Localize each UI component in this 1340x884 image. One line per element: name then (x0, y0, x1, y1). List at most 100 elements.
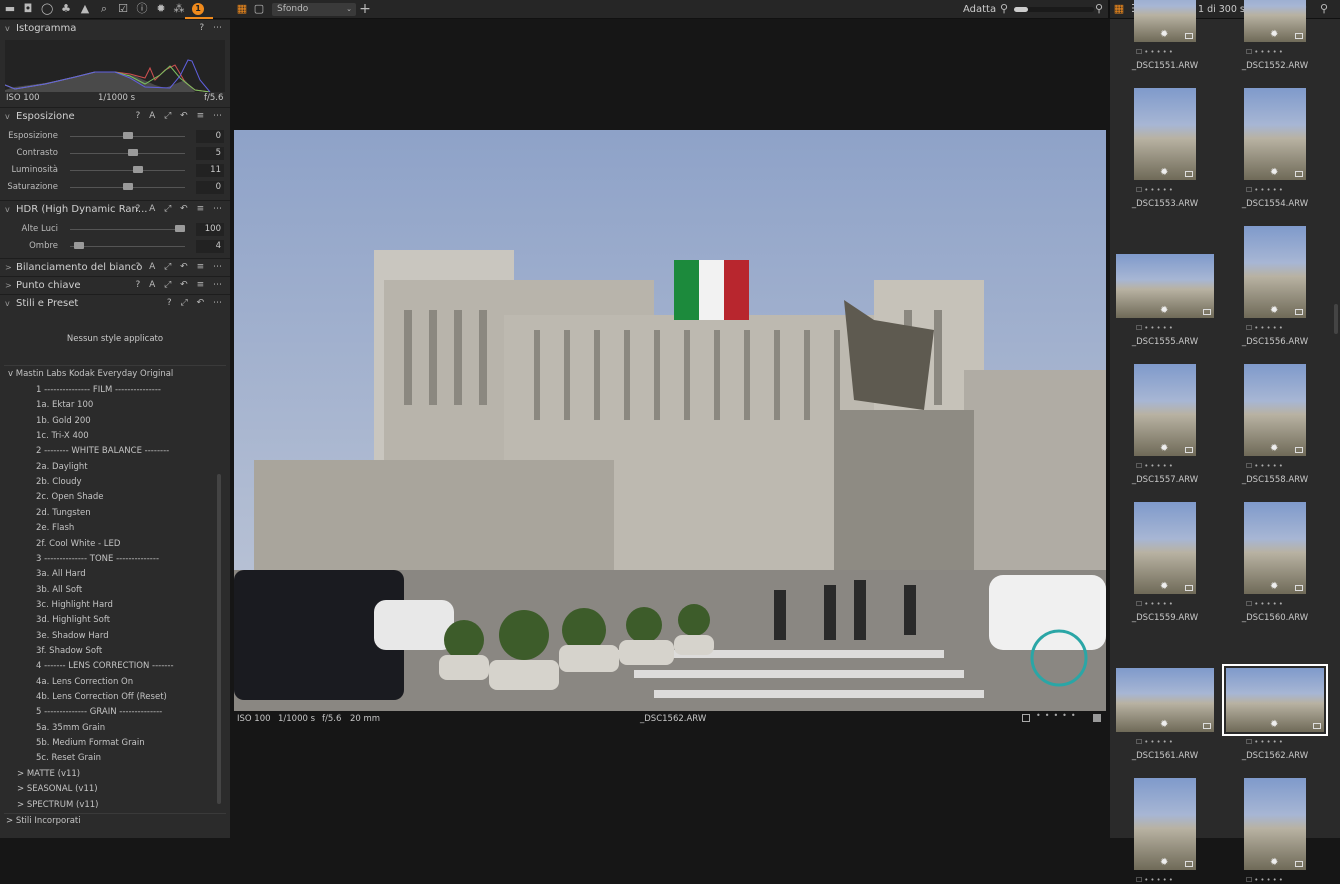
thumbnail-rating[interactable]: ☐••••• (1246, 738, 1285, 746)
style-item[interactable]: 2e. Flash (36, 523, 74, 533)
zoom-slider-knob[interactable] (1014, 7, 1028, 12)
lens-icon[interactable]: ◯ (41, 3, 53, 15)
camera-icon[interactable]: ◘ (22, 3, 34, 15)
style-item[interactable]: 3c. Highlight Hard (36, 600, 113, 610)
thumbnail-image[interactable]: ✹ (1116, 668, 1214, 732)
styles-scrollbar[interactable] (217, 474, 221, 804)
style-item[interactable]: 5c. Reset Grain (36, 753, 101, 763)
slider-value-input[interactable]: 0 (196, 130, 224, 143)
slider-track[interactable] (70, 229, 185, 230)
slider-knob[interactable] (133, 166, 143, 173)
thumbnail-rating[interactable]: ☐••••• (1246, 876, 1285, 884)
exposure-icon[interactable]: ▲ (79, 3, 91, 15)
style-item[interactable]: 2b. Cloudy (36, 477, 82, 487)
rating-dots[interactable]: ••••• (1036, 711, 1080, 720)
style-group-builtin[interactable]: > Stili Incorporati (6, 816, 81, 826)
section-tools[interactable]: ? A ⤢ ↶ ≡ ⋯ (135, 259, 225, 276)
slider-knob[interactable] (122, 183, 133, 190)
thumbnail-rating[interactable]: ☐••••• (1136, 462, 1175, 470)
histogram-header[interactable]: v Istogramma ? ⋯ (0, 19, 230, 37)
metadata-icon[interactable]: ⓘ (136, 3, 148, 15)
slider-track[interactable] (70, 170, 185, 171)
thumbnail-rating[interactable]: ☐••••• (1246, 324, 1285, 332)
thumbnail-image[interactable]: ✹ (1134, 364, 1196, 456)
thumbnail-rating[interactable]: ☐••••• (1246, 186, 1285, 194)
style-item[interactable]: 1a. Ektar 100 (36, 400, 93, 410)
zoom-fit-label[interactable]: Adatta (963, 4, 996, 15)
style-item[interactable]: 3f. Shadow Soft (36, 646, 102, 656)
style-group-mastin[interactable]: v Mastin Labs Kodak Everyday Original (8, 369, 173, 379)
thumbnail-rating[interactable]: ☐••••• (1246, 48, 1285, 56)
thumbnail-rating[interactable]: ☐••••• (1246, 462, 1285, 470)
thumbnail-image[interactable]: ✹ (1244, 226, 1306, 318)
add-icon[interactable]: + (359, 2, 371, 16)
color-tag-icon[interactable] (1093, 714, 1101, 722)
thumbnail-image[interactable]: ✹ (1116, 254, 1214, 318)
grid-browser-icon[interactable]: ▦ (1113, 3, 1125, 15)
style-item[interactable]: 2f. Cool White - LED (36, 539, 120, 549)
style-group[interactable]: > SPECTRUM (v11) (17, 800, 99, 810)
badge-tab[interactable]: 1 (192, 3, 204, 15)
exposure-header[interactable]: v Esposizione ? A ⤢ ↶ ≡ ⋯ (0, 107, 230, 125)
style-item[interactable]: 2d. Tungsten (36, 508, 91, 518)
view-preset-select[interactable]: Sfondo ⌄ (272, 3, 356, 16)
thumbnail-rating[interactable]: ☐••••• (1136, 48, 1175, 56)
style-item[interactable]: 4a. Lens Correction On (36, 677, 133, 687)
thumbnail-rating[interactable]: ☐••••• (1136, 738, 1175, 746)
slider-knob[interactable] (122, 132, 133, 139)
style-item[interactable]: 2 -------- WHITE BALANCE -------- (36, 446, 169, 456)
section-tools[interactable]: ? A ⤢ ↶ ≡ ⋯ (135, 201, 225, 218)
select-checkbox[interactable] (1022, 714, 1030, 722)
thumbnail-image[interactable]: ✹ (1222, 664, 1328, 736)
thumbnail-rating[interactable]: ☐••••• (1136, 876, 1175, 884)
thumbnail-image[interactable]: ✹ (1134, 502, 1196, 594)
output-icon[interactable]: ✹ (155, 3, 167, 15)
slider-track[interactable] (70, 246, 185, 247)
style-item[interactable]: 1b. Gold 200 (36, 416, 91, 426)
section-tools[interactable]: ? A ⤢ ↶ ≡ ⋯ (135, 277, 225, 294)
section-tools[interactable]: ? ⋯ (199, 20, 225, 37)
grid-view-icon[interactable]: ▦ (236, 3, 248, 15)
folder-icon[interactable]: ▬ (4, 3, 16, 15)
slider-knob[interactable] (127, 149, 138, 156)
slider-knob[interactable] (74, 242, 85, 249)
style-item[interactable]: 1c. Tri-X 400 (36, 431, 89, 441)
adjustments-icon[interactable]: ☑ (117, 3, 129, 15)
thumbnail-rating[interactable]: ☐••••• (1136, 186, 1175, 194)
styles-header[interactable]: v Stili e Preset ? ⤢ ↶ ⋯ (0, 294, 230, 312)
slider-value-input[interactable]: 4 (196, 240, 224, 253)
white-balance-header[interactable]: > Bilanciamento del bianco? A ⤢ ↶ ≡ ⋯ (0, 258, 230, 276)
slider-value-input[interactable]: 100 (196, 223, 224, 236)
details-icon[interactable]: ⌕ (98, 3, 110, 15)
style-item[interactable]: 3 -------------- TONE -------------- (36, 554, 159, 564)
style-item[interactable]: 3b. All Soft (36, 585, 82, 595)
styles-icon[interactable]: ⁂ (173, 3, 185, 15)
keypoint-header[interactable]: > Punto chiave ? A ⤢ ↶ ≡ ⋯ (0, 276, 230, 294)
thumbnail-image[interactable]: ✹ (1244, 88, 1306, 180)
thumbnail-image[interactable]: ✹ (1244, 502, 1306, 594)
style-item[interactable]: 3d. Highlight Soft (36, 615, 110, 625)
slider-value-input[interactable]: 5 (196, 147, 224, 160)
style-item[interactable]: 5b. Medium Format Grain (36, 738, 145, 748)
section-tools[interactable]: ? ⤢ ↶ ⋯ (167, 295, 225, 312)
thumbnail-image[interactable]: ✹ (1134, 88, 1196, 180)
zoom-slider[interactable] (1014, 7, 1094, 12)
style-item[interactable]: 4 ------- LENS CORRECTION ------- (36, 661, 174, 671)
style-item[interactable]: 2c. Open Shade (36, 492, 104, 502)
style-item[interactable]: 3e. Shadow Hard (36, 631, 109, 641)
thumbnail-rating[interactable]: ☐••••• (1136, 324, 1175, 332)
thumbnail-image[interactable]: ✹ (1134, 778, 1196, 870)
thumbnail-rating[interactable]: ☐••••• (1246, 600, 1285, 608)
section-tools[interactable]: ? A ⤢ ↶ ≡ ⋯ (135, 108, 225, 125)
thumbnail-image[interactable]: ✹ (1244, 364, 1306, 456)
thumbnail-rating[interactable]: ☐••••• (1136, 600, 1175, 608)
style-group[interactable]: > MATTE (v11) (17, 769, 80, 779)
slider-value-input[interactable]: 0 (196, 181, 224, 194)
main-photo[interactable] (234, 130, 1106, 711)
zoom-out-icon[interactable]: ⚲ (998, 3, 1010, 15)
search-icon[interactable]: ⚲ (1318, 3, 1330, 15)
single-view-icon[interactable]: ▢ (253, 3, 265, 15)
style-item[interactable]: 4b. Lens Correction Off (Reset) (36, 692, 167, 702)
color-icon[interactable]: ♣ (60, 3, 72, 15)
style-item[interactable]: 3a. All Hard (36, 569, 86, 579)
